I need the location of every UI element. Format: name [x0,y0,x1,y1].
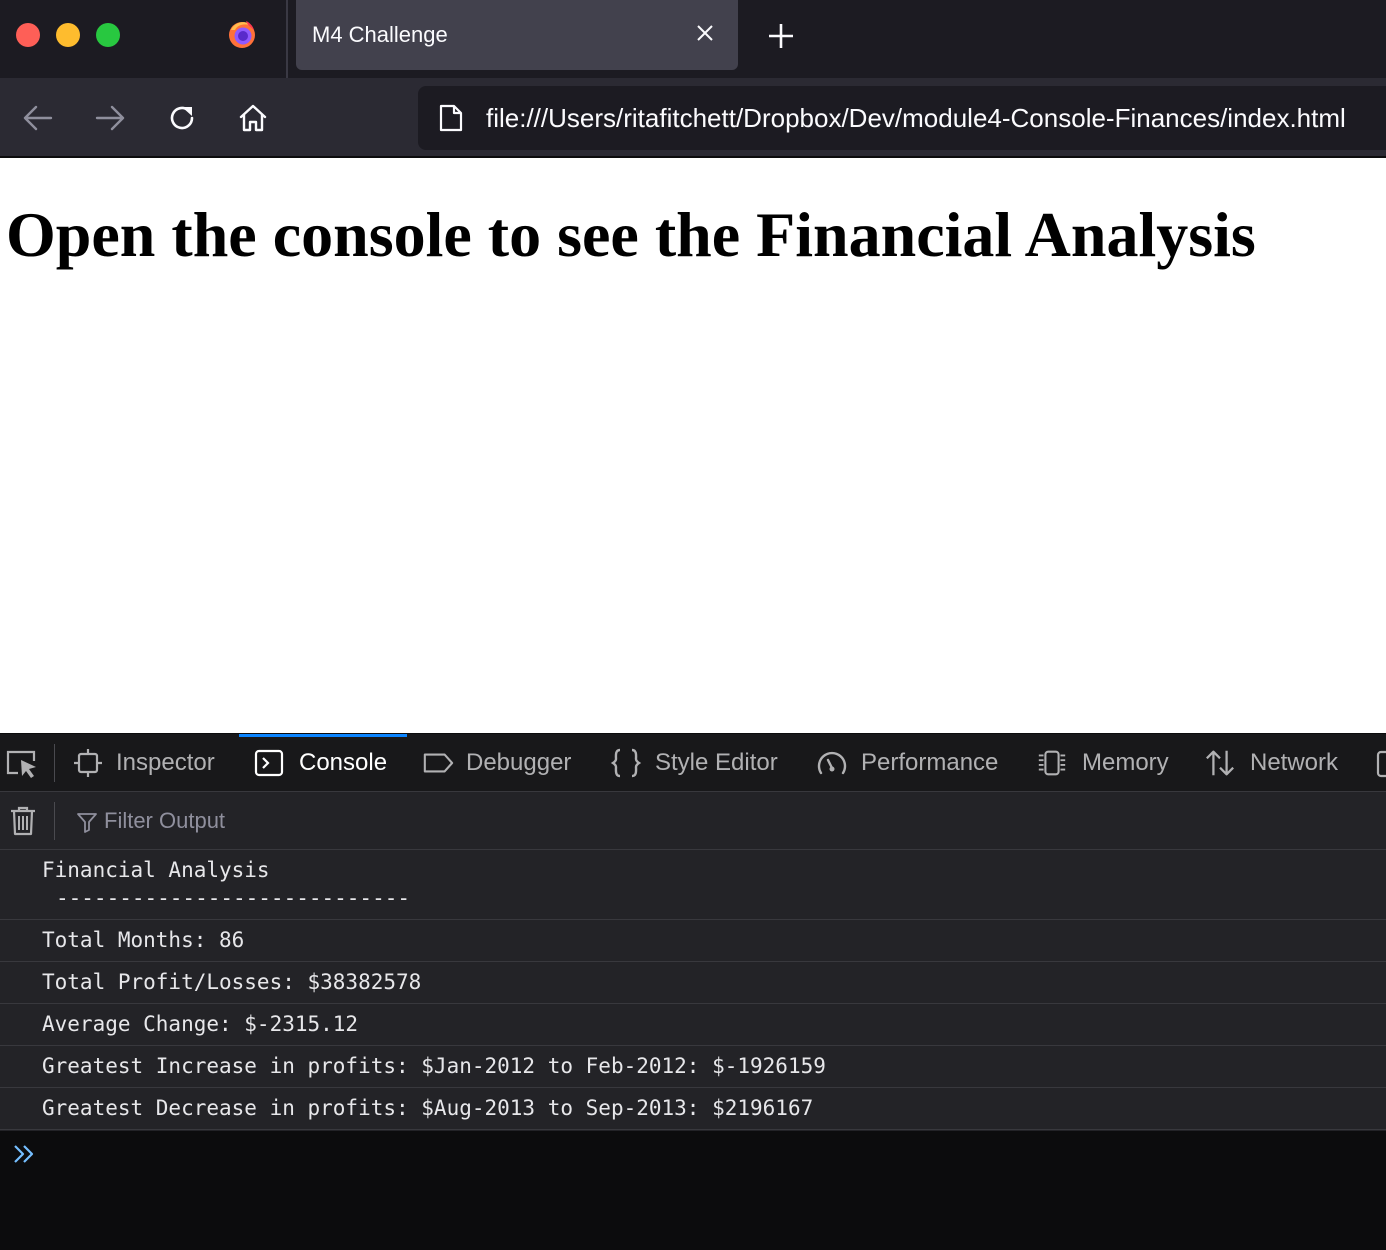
more-tools-icon[interactable] [1376,748,1386,780]
console-message-text: Average Change: $-2315.12 [42,1012,359,1036]
console-message: Total Profit/Losses: $38382578 [0,962,1386,1004]
console-output: Financial Analysis ---------------------… [0,850,1386,1130]
filter-output-input[interactable] [104,804,704,838]
console-message-text: Financial Analysis [42,858,270,882]
tab-separator [286,0,288,78]
console-message-text: ---------------------------- [56,886,411,910]
devtools-panel: Inspector Console Debugger Style Editor [0,733,1386,1250]
tab-label: Style Editor [655,749,778,776]
browser-tab-active[interactable]: M4 Challenge [296,0,738,70]
tab-label: Console [299,749,388,776]
console-message: Average Change: $-2315.12 [0,1004,1386,1046]
console-message: Greatest Decrease in profits: $Aug-2013 … [0,1088,1386,1130]
tab-label: Inspector [116,749,215,776]
prompt-chevrons-icon [14,1145,34,1163]
console-message: Greatest Increase in profits: $Jan-2012 … [0,1046,1386,1088]
home-icon [239,104,267,132]
navigation-toolbar: file:///Users/ritafitchett/Dropbox/Dev/m… [0,78,1386,158]
firefox-logo-icon[interactable] [226,18,258,50]
console-message-text: Greatest Increase in profits: $Jan-2012 … [42,1054,826,1078]
tab-label: Network [1250,749,1339,776]
filter-funnel-icon [77,813,97,833]
reload-button[interactable] [164,98,200,138]
tab-label: Performance [861,749,999,776]
tab-memory[interactable]: Memory [1036,734,1186,792]
arrow-left-icon [23,105,53,131]
forward-button[interactable] [92,98,128,138]
console-message-text: Greatest Decrease in profits: $Aug-2013 … [42,1096,814,1120]
back-button[interactable] [20,98,56,138]
plus-icon[interactable] [766,21,796,51]
reload-icon [170,106,194,130]
home-button[interactable] [235,98,271,138]
debugger-icon [423,753,454,773]
inspector-icon [74,749,102,777]
document-icon[interactable] [438,104,464,132]
console-message: Total Months: 86 [0,920,1386,962]
tab-label: Memory [1082,749,1169,776]
network-arrows-icon [1206,750,1234,776]
console-icon [254,749,284,777]
console-filter-bar [0,792,1386,850]
tab-inspector[interactable]: Inspector [70,734,230,792]
window-maximize-button[interactable] [96,23,120,47]
url-bar[interactable]: file:///Users/ritafitchett/Dropbox/Dev/m… [418,86,1386,150]
tab-performance[interactable]: Performance [814,734,1014,792]
toolbar-separator [54,744,55,782]
tab-title: M4 Challenge [312,22,448,47]
url-text[interactable]: file:///Users/ritafitchett/Dropbox/Dev/m… [486,103,1346,134]
tab-strip: M4 Challenge [0,0,1386,78]
tab-network[interactable]: Network [1204,734,1364,792]
tab-debugger[interactable]: Debugger [420,734,590,792]
tab-style-editor[interactable]: Style Editor [608,734,798,792]
page-viewport: Open the console to see the Financial An… [0,160,1386,733]
trash-icon[interactable] [8,805,38,837]
console-message-text: Total Months: 86 [42,928,245,952]
braces-icon [610,748,642,778]
console-message-text: Total Profit/Losses: $38382578 [42,970,422,994]
arrow-right-icon [95,105,125,131]
memory-chip-icon [1038,750,1066,776]
close-icon[interactable] [694,22,716,44]
page-title: Open the console to see the Financial An… [6,199,1256,270]
gauge-icon [817,751,847,775]
devtools-tab-bar: Inspector Console Debugger Style Editor [0,734,1386,792]
toolbar-separator [54,802,55,840]
console-input[interactable] [0,1131,1386,1250]
window-close-button[interactable] [16,23,40,47]
window-minimize-button[interactable] [56,23,80,47]
element-picker-icon[interactable] [4,748,40,780]
console-message: Financial Analysis ---------------------… [0,850,1386,920]
tab-label: Debugger [466,749,572,776]
tab-console[interactable]: Console [239,734,407,792]
